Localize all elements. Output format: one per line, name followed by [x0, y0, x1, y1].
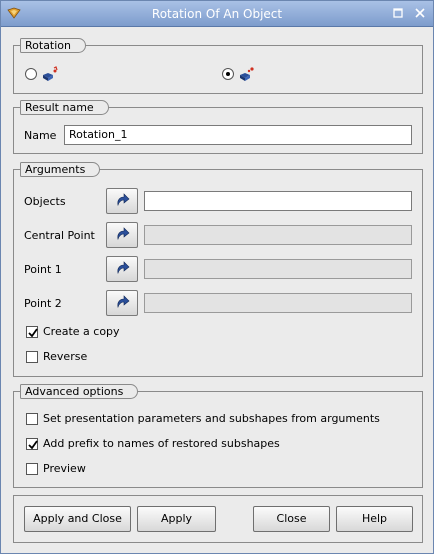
advanced-options-group-title: Advanced options [20, 384, 139, 399]
select-arrow-icon [117, 261, 130, 275]
name-label: Name [24, 129, 57, 142]
help-button[interactable]: Help [336, 506, 413, 532]
objects-label: Objects [24, 195, 66, 208]
point1-select-button[interactable] [106, 256, 138, 282]
result-name-group: Result name Name Rotation_1 [13, 100, 423, 154]
set-presentation-checkbox[interactable] [26, 413, 38, 425]
rotation-group-title: Rotation [20, 38, 87, 53]
point2-label: Point 2 [24, 297, 62, 310]
reverse-checkbox[interactable] [26, 351, 38, 363]
advanced-options-group: Advanced options Set presentation parame… [13, 384, 423, 488]
create-copy-checkbox[interactable] [26, 326, 38, 338]
rotation-group: Rotation [13, 38, 423, 94]
maximize-icon[interactable] [391, 6, 405, 20]
point2-input[interactable] [144, 293, 412, 313]
arguments-group: Arguments Objects Central Point Point 1 … [13, 162, 423, 377]
rotation-three-points-icon [240, 67, 254, 81]
window-title: Rotation Of An Object [151, 7, 283, 21]
title-bar[interactable]: Rotation Of An Object [1, 1, 433, 27]
objects-select-button[interactable] [106, 188, 138, 214]
checkmark-icon [28, 328, 38, 338]
select-arrow-icon [117, 227, 130, 241]
objects-input[interactable] [144, 191, 412, 211]
checkmark-icon [28, 440, 38, 450]
select-arrow-icon [117, 193, 130, 207]
preview-checkbox[interactable] [26, 463, 38, 475]
close-icon[interactable] [413, 6, 427, 20]
apply-button[interactable]: Apply [137, 506, 216, 532]
apply-and-close-button[interactable]: Apply and Close [24, 506, 131, 532]
dialog-window: Rotation Of An Object Rotation Result na… [0, 0, 434, 554]
result-name-group-title: Result name [20, 100, 109, 115]
reverse-label: Reverse [43, 350, 88, 363]
central-point-select-button[interactable] [106, 222, 138, 248]
add-prefix-checkbox[interactable] [26, 438, 38, 450]
point1-label: Point 1 [24, 263, 62, 276]
point1-input[interactable] [144, 259, 412, 279]
button-bar: Apply and Close Apply Close Help [13, 495, 423, 543]
add-prefix-label: Add prefix to names of restored subshape… [43, 437, 280, 450]
central-point-input[interactable] [144, 225, 412, 245]
result-name-input[interactable]: Rotation_1 [64, 125, 412, 145]
preview-label: Preview [43, 462, 86, 475]
select-arrow-icon [117, 295, 130, 309]
set-presentation-label: Set presentation parameters and subshape… [43, 412, 380, 425]
close-button[interactable]: Close [253, 506, 330, 532]
create-copy-label: Create a copy [43, 325, 120, 338]
rotation-axis-angle-radio[interactable] [25, 68, 37, 80]
rotation-three-points-radio[interactable] [222, 68, 234, 80]
arguments-group-title: Arguments [20, 162, 101, 177]
rotation-axis-angle-icon [43, 66, 58, 81]
point2-select-button[interactable] [106, 290, 138, 316]
central-point-label: Central Point [24, 229, 95, 242]
